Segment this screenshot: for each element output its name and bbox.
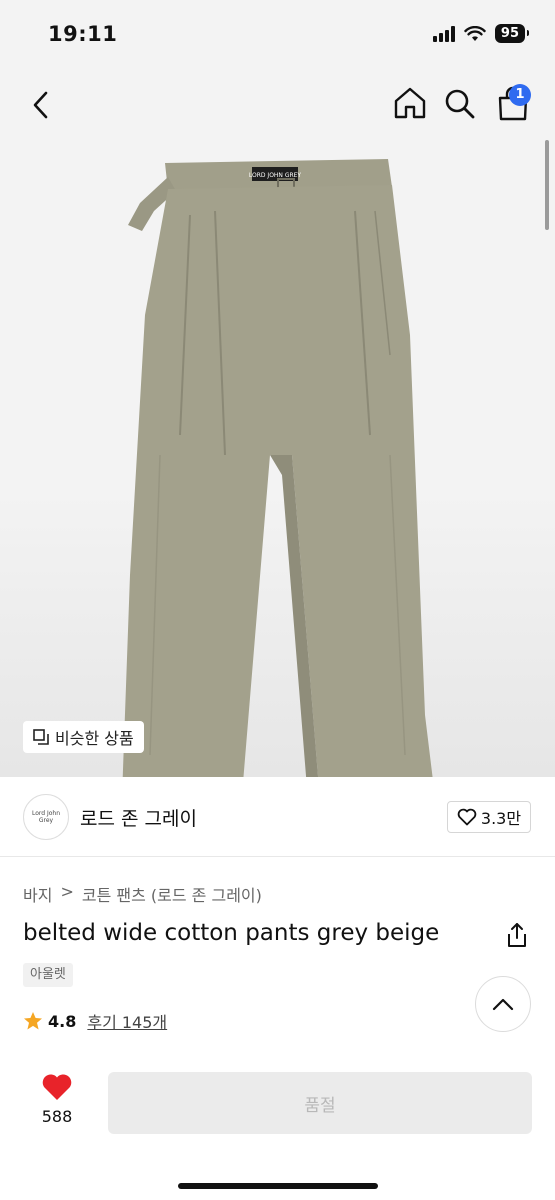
sold-out-button[interactable]: 품절	[108, 1072, 532, 1134]
product-title: belted wide cotton pants grey beige	[23, 920, 440, 946]
rating-row: 4.8 후기 145개	[23, 1009, 167, 1033]
status-icons: 95	[432, 24, 530, 43]
similar-products-label: 비슷한 상품	[55, 729, 134, 748]
brand-name[interactable]: 로드 존 그레이	[80, 804, 197, 831]
breadcrumb: 바지 > 코튼 팬츠 (로드 존 그레이)	[23, 882, 262, 906]
product-image-pants: LORD JOHN GREY	[122, 159, 433, 777]
pants-label-text: LORD JOHN GREY	[249, 172, 302, 179]
brand-like-count: 3.3만	[480, 809, 522, 828]
chevron-up-icon	[492, 998, 514, 1011]
status-time: 19:11	[48, 22, 118, 46]
search-icon[interactable]	[444, 88, 476, 120]
home-indicator	[178, 1183, 378, 1189]
breadcrumb-separator: >	[60, 882, 74, 901]
wishlist-button[interactable]: 588	[37, 1073, 77, 1126]
breadcrumb-category[interactable]: 바지	[23, 882, 52, 906]
breadcrumb-subcategory[interactable]: 코튼 팬츠 (로드 존 그레이)	[82, 882, 262, 906]
star-icon	[24, 1012, 42, 1030]
scroll-indicator	[545, 140, 549, 230]
review-link[interactable]: 후기 145개	[87, 1009, 167, 1033]
back-icon[interactable]	[28, 90, 54, 120]
brand-like-button[interactable]: 3.3만	[447, 801, 531, 833]
home-icon[interactable]	[393, 86, 427, 120]
cart-count-badge: 1	[509, 84, 531, 106]
battery-indicator: 95	[494, 24, 530, 43]
copy-icon	[33, 729, 49, 745]
rating-score: 4.8	[48, 1011, 77, 1031]
product-image-area[interactable]: 1 LORD JOHN GREY 비슷한 상품	[0, 70, 555, 777]
heart-outline-icon	[457, 808, 477, 826]
scroll-to-top-button[interactable]	[475, 976, 531, 1032]
signal-icon	[432, 25, 455, 42]
brand-row[interactable]: Lord John Grey 로드 존 그레이 3.3만	[0, 777, 555, 857]
bottom-action-bar: 588 품절	[0, 1055, 555, 1200]
brand-logo[interactable]: Lord John Grey	[23, 794, 69, 840]
wifi-icon	[464, 25, 486, 41]
similar-products-button[interactable]: 비슷한 상품	[23, 721, 144, 753]
status-bar: 19:11 95	[0, 0, 555, 70]
heart-filled-icon	[42, 1074, 72, 1100]
outlet-tag: 아울렛	[23, 963, 73, 987]
wishlist-count: 588	[41, 1107, 73, 1126]
share-icon[interactable]	[505, 922, 529, 948]
